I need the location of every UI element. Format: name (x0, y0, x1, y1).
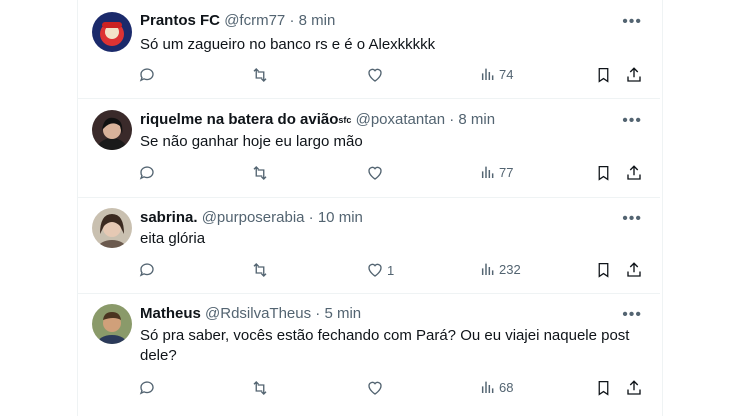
bookmark-button[interactable] (595, 164, 612, 182)
share-icon (627, 67, 641, 82)
more-icon[interactable]: ••• (622, 14, 642, 30)
username[interactable]: @RdsilvaTheus (205, 305, 311, 322)
tweet-header: Matheus @RdsilvaTheus · 5 min (140, 305, 361, 323)
username[interactable]: @purposerabia (202, 209, 305, 226)
tweet-header: sabrina. @purposerabia · 10 min (140, 209, 363, 227)
retweet-button[interactable] (251, 66, 272, 84)
bookmark-button[interactable] (595, 66, 612, 84)
share-button[interactable] (625, 261, 643, 279)
views-icon (481, 263, 494, 275)
like-button[interactable] (366, 66, 387, 84)
tweet-text: Se não ganhar hoje eu largo mão (140, 133, 363, 150)
bookmark-icon (598, 67, 609, 83)
reply-icon (139, 263, 154, 277)
retweet-icon (253, 68, 267, 82)
views-icon (481, 381, 494, 393)
like-button[interactable]: 1 (366, 261, 394, 279)
share-button[interactable] (625, 164, 643, 182)
display-name[interactable]: Prantos FC (140, 12, 220, 29)
reply-button[interactable] (138, 261, 159, 279)
views-count: 77 (499, 164, 514, 180)
like-button[interactable] (366, 379, 387, 397)
bookmark-icon (598, 165, 609, 181)
heart-icon (368, 68, 382, 82)
avatar[interactable] (92, 12, 132, 52)
tweet[interactable]: riquelme na batera do aviãosfc @poxatant… (78, 99, 660, 198)
views-button[interactable]: 77 (480, 164, 513, 180)
timestamp[interactable]: 10 min (318, 209, 363, 226)
views-button[interactable]: 68 (480, 379, 513, 395)
bookmark-icon (598, 262, 609, 278)
share-icon (627, 380, 641, 395)
reply-icon (139, 68, 154, 82)
share-button[interactable] (625, 379, 643, 397)
timestamp[interactable]: 5 min (324, 305, 361, 322)
tweet-text: eita glória (140, 230, 206, 247)
separator-dot: · (315, 305, 321, 322)
reply-button[interactable] (138, 66, 159, 84)
tweet-header: Prantos FC @fcrm77 · 8 min (140, 12, 335, 30)
share-icon (627, 262, 641, 277)
avatar[interactable] (92, 304, 132, 344)
like-count: 1 (387, 262, 395, 278)
timestamp[interactable]: 8 min (299, 12, 336, 29)
bookmark-button[interactable] (595, 379, 612, 397)
reply-button[interactable] (138, 164, 159, 182)
more-icon[interactable]: ••• (622, 113, 642, 129)
separator-dot: · (308, 209, 314, 226)
retweet-icon (253, 263, 267, 277)
share-button[interactable] (625, 66, 643, 84)
tweet[interactable]: Matheus @RdsilvaTheus · 5 min ••• Só pra… (78, 294, 660, 416)
separator-dot: · (449, 111, 455, 128)
name-badge: sfc (338, 115, 352, 125)
share-icon (627, 165, 641, 180)
views-count: 68 (499, 379, 514, 395)
separator-dot: · (289, 12, 295, 29)
views-count: 74 (499, 66, 514, 82)
like-button[interactable] (366, 164, 387, 182)
username[interactable]: @poxatantan (356, 111, 445, 128)
bookmark-icon (598, 380, 609, 396)
display-name[interactable]: riquelme na batera do avião (140, 111, 338, 128)
reply-icon (139, 381, 154, 395)
tweet-text: Só pra saber, vocês estão fechando com P… (140, 327, 630, 364)
heart-icon (368, 166, 382, 180)
retweet-button[interactable] (251, 164, 272, 182)
retweet-button[interactable] (251, 261, 272, 279)
retweet-button[interactable] (251, 379, 272, 397)
views-button[interactable]: 74 (480, 66, 513, 82)
tweet[interactable]: sabrina. @purposerabia · 10 min ••• eita… (78, 198, 660, 294)
more-icon[interactable]: ••• (622, 211, 642, 227)
reply-icon (139, 166, 154, 180)
retweet-icon (253, 381, 267, 395)
display-name[interactable]: Matheus (140, 305, 201, 322)
heart-icon (368, 381, 382, 395)
username[interactable]: @fcrm77 (224, 12, 285, 29)
views-icon (481, 68, 494, 80)
more-icon[interactable]: ••• (622, 307, 642, 323)
avatar[interactable] (92, 110, 132, 150)
tweet[interactable]: Prantos FC @fcrm77 · 8 min ••• Só um zag… (78, 0, 660, 99)
views-icon (481, 166, 494, 178)
display-name[interactable]: sabrina. (140, 209, 198, 226)
tweet-header: riquelme na batera do aviãosfc @poxatant… (140, 111, 495, 129)
avatar[interactable] (92, 208, 132, 248)
timestamp[interactable]: 8 min (458, 111, 495, 128)
retweet-icon (253, 166, 267, 180)
views-count: 232 (499, 261, 521, 277)
reply-button[interactable] (138, 379, 159, 397)
tweet-text: Só um zagueiro no banco rs e é o Alexkkk… (140, 36, 436, 53)
bookmark-button[interactable] (595, 261, 612, 279)
views-button[interactable]: 232 (480, 261, 521, 277)
heart-icon (368, 263, 382, 277)
